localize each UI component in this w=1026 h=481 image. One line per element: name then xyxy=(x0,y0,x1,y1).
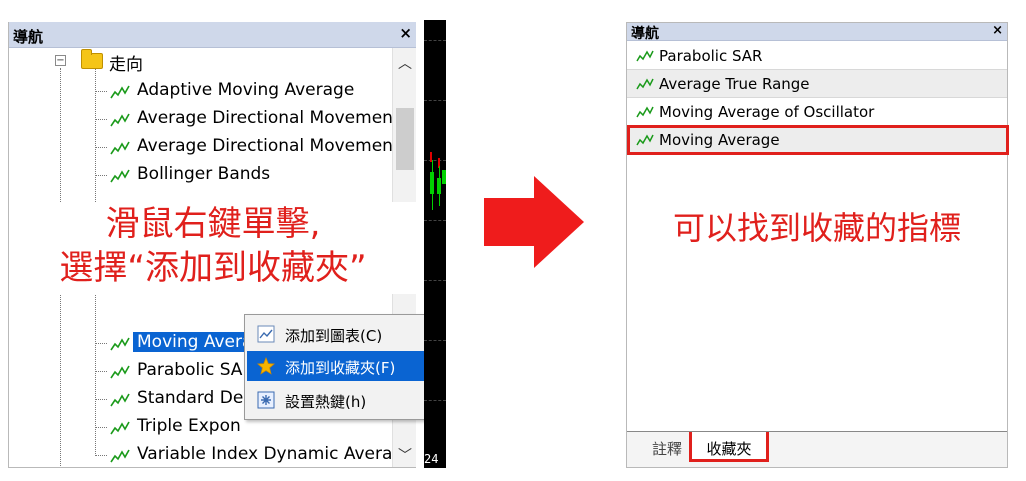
chart-area-strip: 24 xyxy=(424,20,446,468)
tree-connector xyxy=(95,147,107,148)
favorite-item-label: Parabolic SAR xyxy=(659,47,763,65)
menu-item-add-to-chart[interactable]: 添加到圖表(C) xyxy=(247,319,433,349)
folder-icon xyxy=(81,49,103,69)
indicator-icon xyxy=(110,141,130,155)
collapse-icon[interactable]: − xyxy=(55,55,66,66)
grid-line xyxy=(424,400,446,401)
indicator-icon xyxy=(636,106,654,118)
menu-item-add-to-favorites[interactable]: 添加到收藏夾(F) xyxy=(247,351,433,381)
favorite-item-label: Average True Range xyxy=(659,75,810,93)
grid-line xyxy=(424,160,446,161)
tree-item[interactable]: Adaptive Moving Average xyxy=(9,78,392,104)
star-icon xyxy=(257,357,275,375)
time-axis-label: 24 xyxy=(424,452,439,466)
candle-green xyxy=(430,172,434,194)
indicator-icon xyxy=(110,169,130,183)
tree-item-label: Average Directional Movement xyxy=(137,108,400,128)
grid-line xyxy=(424,220,446,221)
folder-trend[interactable]: − 走向 xyxy=(9,48,392,75)
favorite-item-label: Moving Average of Oscillator xyxy=(659,103,875,121)
tree-item[interactable]: Average Directional Movement xyxy=(9,106,400,132)
indicator-icon xyxy=(636,50,654,62)
indicator-icon xyxy=(110,421,130,435)
indicator-icon xyxy=(110,365,130,379)
tree-connector xyxy=(95,399,107,400)
navigator-title-bar: 導航 × xyxy=(627,23,1007,42)
highlight-box xyxy=(627,125,1009,155)
scroll-thumb[interactable] xyxy=(396,108,414,170)
tree-connector xyxy=(95,343,107,344)
menu-item-label: 設置熱鍵(h) xyxy=(285,393,367,411)
candle-green xyxy=(437,178,441,194)
candle-green xyxy=(442,170,446,184)
annotation-result: 可以找到收藏的指標 xyxy=(672,209,961,247)
tab-favorites[interactable]: 收藏夾 xyxy=(689,432,769,462)
menu-item-label: 添加到圖表(C) xyxy=(285,327,383,345)
indicator-icon xyxy=(636,78,654,90)
chevron-down-icon[interactable]: ﹀ xyxy=(393,444,416,467)
tree-connector xyxy=(95,175,107,176)
grid-line xyxy=(424,100,446,101)
navigator-tabs: 註釋 收藏夾 xyxy=(627,431,1007,467)
tree-connector xyxy=(95,371,107,372)
menu-item-label: 添加到收藏夾(F) xyxy=(285,359,396,377)
tree-item-label: Bollinger Bands xyxy=(137,164,271,184)
context-menu: 添加到圖表(C) 添加到收藏夾(F) 設置熱鍵(h) xyxy=(244,314,436,420)
folder-label: 走向 xyxy=(109,55,143,75)
panel-title: 導航 xyxy=(13,28,44,46)
close-icon[interactable]: × xyxy=(992,23,1003,38)
tree-item-label: Triple Expon xyxy=(137,416,241,436)
annotation-line-1: 滑鼠右鍵單擊, xyxy=(105,204,321,244)
tree-connector xyxy=(95,427,107,428)
hotkey-icon xyxy=(257,391,275,409)
tree-connector xyxy=(95,91,107,92)
tree-connector xyxy=(95,455,107,456)
indicator-icon xyxy=(110,393,130,407)
tree-item-label: Parabolic SA xyxy=(137,360,243,380)
arrow-right-icon xyxy=(484,176,584,268)
indicator-icon xyxy=(110,337,130,351)
tree-item-label: Adaptive Moving Average xyxy=(137,80,355,100)
tree-item[interactable]: Bollinger Bands xyxy=(9,162,392,188)
tree-item-label: Standard De xyxy=(137,388,244,408)
navigator-panel-right: 導航 × Parabolic SAR Average True Range Mo… xyxy=(626,22,1009,468)
indicator-icon xyxy=(110,449,130,463)
favorite-item[interactable]: Average True Range xyxy=(627,70,1007,98)
close-icon[interactable]: × xyxy=(399,24,412,42)
tree-connector xyxy=(95,119,107,120)
tab-notes[interactable]: 註釋 xyxy=(641,432,693,462)
tree-item[interactable]: Variable Index Dynamic Averag xyxy=(9,442,403,467)
tree-item-label: Variable Index Dynamic Averag xyxy=(137,444,404,464)
menu-item-hotkey[interactable]: 設置熱鍵(h) xyxy=(247,385,433,415)
chart-line-icon xyxy=(257,325,275,343)
tree-item-label: Average Directional Movement xyxy=(137,136,400,156)
grid-line xyxy=(424,280,446,281)
panel-title: 導航 xyxy=(631,26,659,42)
annotation-line-2: 選擇“添加到收藏夾” xyxy=(59,248,367,288)
navigator-title-bar: 導航 × xyxy=(9,22,416,48)
grid-line xyxy=(424,340,446,341)
favorite-item[interactable]: Parabolic SAR xyxy=(627,42,1007,70)
favorite-item[interactable]: Moving Average of Oscillator xyxy=(627,98,1007,126)
indicator-icon xyxy=(110,85,130,99)
annotation-instruction: 滑鼠右鍵單擊, 選擇“添加到收藏夾” xyxy=(9,202,416,294)
indicator-icon xyxy=(110,113,130,127)
tree-item[interactable]: Average Directional Movement xyxy=(9,134,400,160)
chevron-up-icon[interactable]: ︿ xyxy=(393,52,416,76)
grid-line xyxy=(424,40,446,41)
